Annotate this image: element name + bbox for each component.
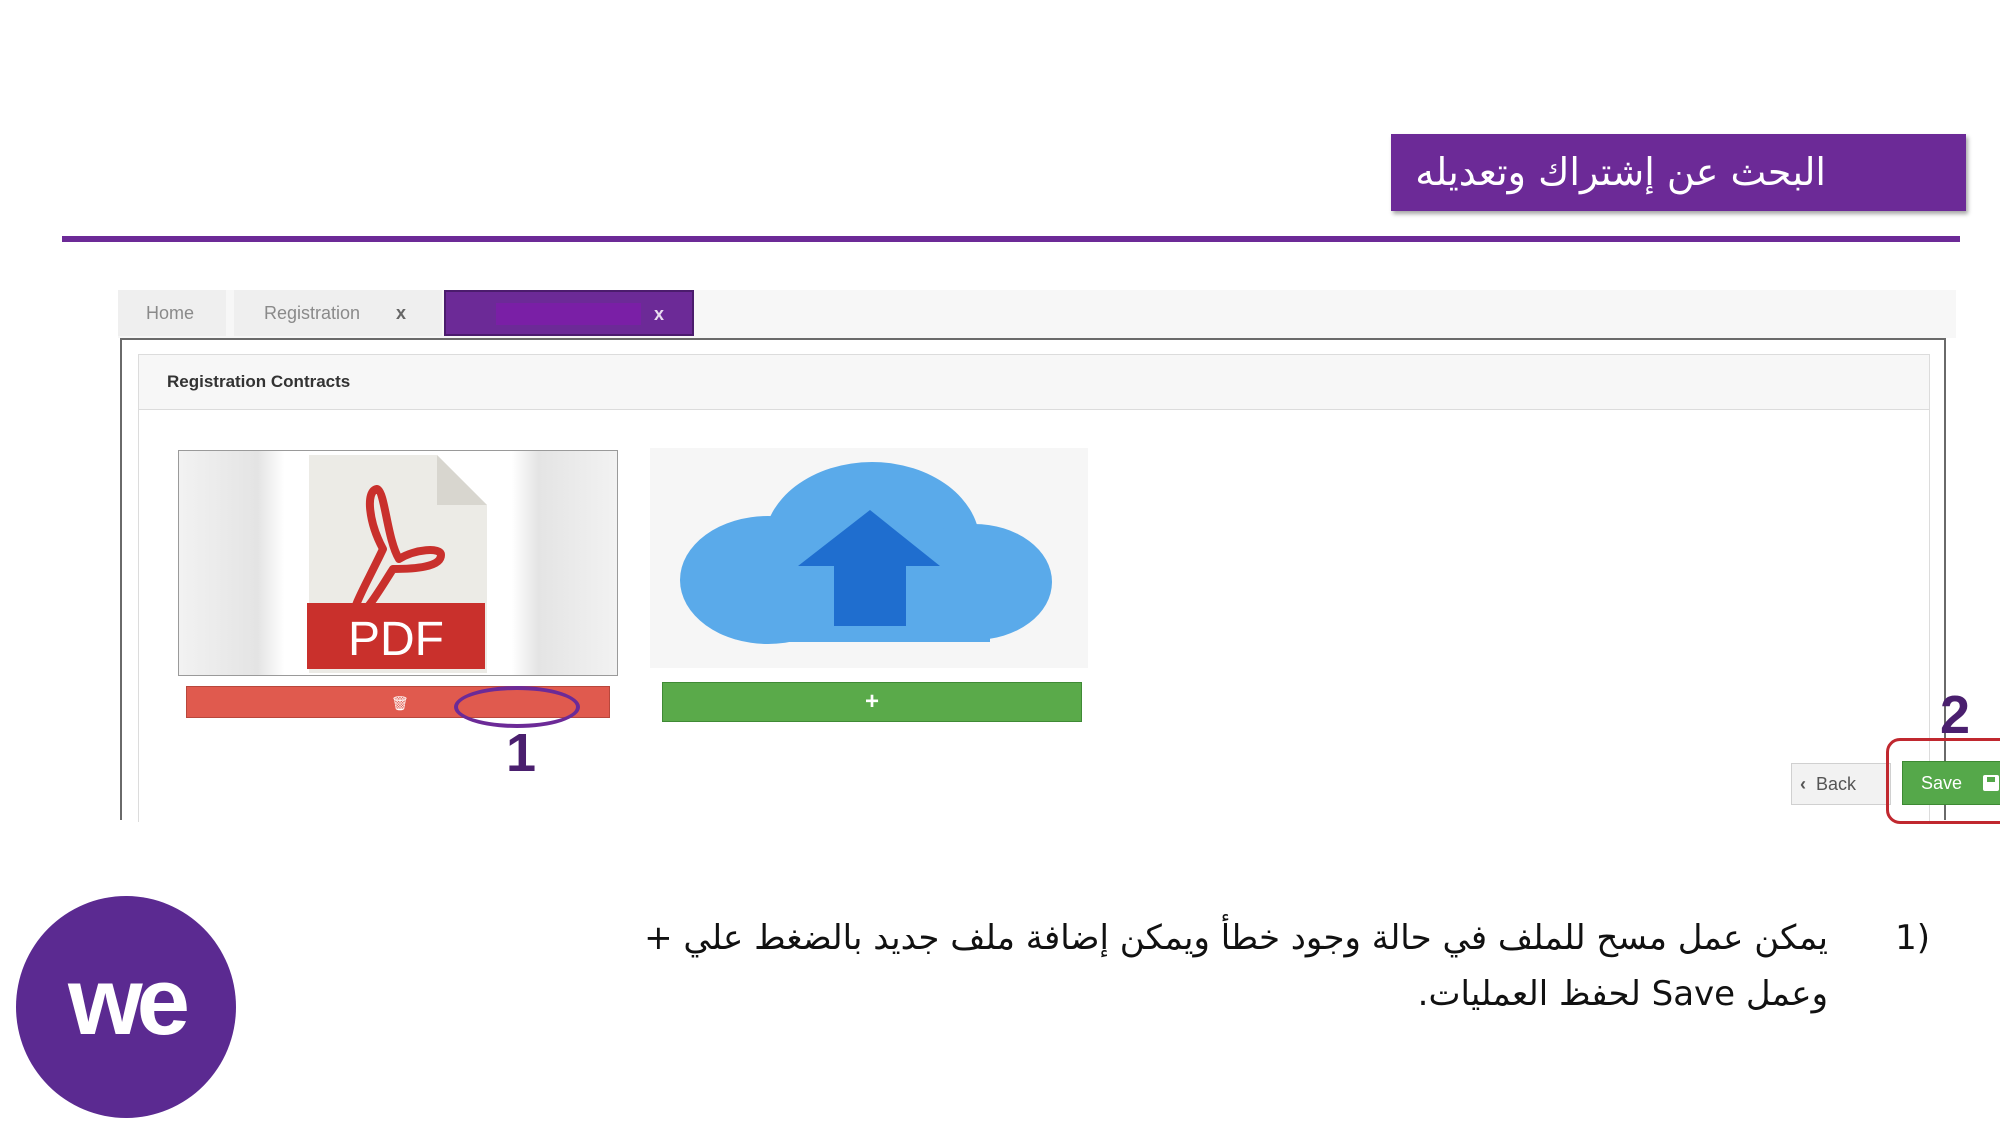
pdf-label: PDF: [348, 613, 444, 666]
tab-registration-label: Registration: [264, 303, 361, 323]
description-number: (1: [1895, 918, 1930, 958]
add-file-button[interactable]: +: [662, 682, 1082, 722]
we-logo: we: [16, 896, 236, 1118]
description-line-2: وعمل Save لحفظ العمليات.: [1417, 974, 1828, 1014]
upload-card[interactable]: [650, 448, 1088, 668]
back-label: Back: [1816, 774, 1857, 794]
delete-highlight-circle: [454, 686, 580, 728]
tab-bar: Home Registration x x: [118, 290, 1956, 338]
step-marker-1: 1: [506, 723, 537, 783]
description-line-1: يمكن عمل مسح للملف في حالة وجود خطأ ويمك…: [644, 918, 1828, 958]
save-highlight-box: [1886, 738, 2000, 824]
tab-registration-close-icon[interactable]: x: [396, 290, 406, 336]
pdf-file-icon: PDF: [307, 455, 487, 673]
pdf-file-card[interactable]: PDF: [178, 450, 618, 676]
trash-icon: 🗑: [391, 695, 409, 711]
tab-registration[interactable]: Registration x: [234, 290, 442, 336]
tab-active-close-icon[interactable]: x: [654, 292, 664, 336]
title-divider: [62, 236, 1960, 242]
redacted-tab-label: [496, 303, 641, 325]
panel-title: Registration Contracts: [138, 354, 1930, 410]
back-button[interactable]: ‹ Back: [1791, 763, 1891, 805]
tab-active[interactable]: x: [444, 290, 694, 336]
tab-home[interactable]: Home: [118, 290, 226, 336]
cloud-upload-icon: [680, 462, 1052, 644]
step-marker-2: 2: [1940, 685, 1971, 745]
slide-description: (1 يمكن عمل مسح للملف في حالة وجود خطأ و…: [370, 910, 1930, 1022]
app-screenshot: Home Registration x x Registration Contr…: [118, 290, 2000, 824]
slide-title: البحث عن إشتراك وتعديله: [1391, 134, 1966, 211]
chevron-left-icon: ‹: [1800, 774, 1806, 794]
tab-home-label: Home: [146, 303, 195, 323]
